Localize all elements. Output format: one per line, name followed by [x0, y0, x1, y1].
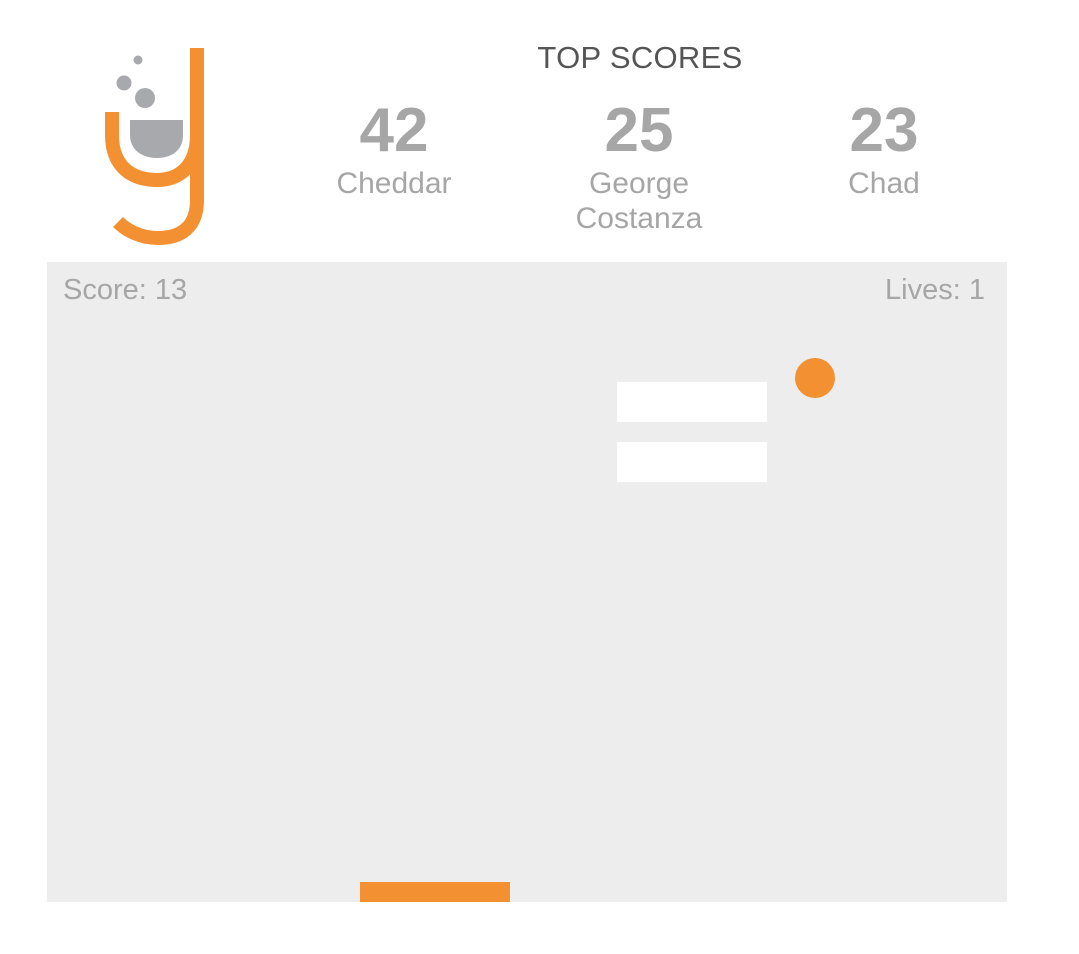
brick	[617, 382, 767, 422]
paddle[interactable]	[360, 882, 510, 902]
top-score-entry: 23 Chad	[764, 96, 1004, 201]
top-score-name: Cheddar	[336, 167, 452, 200]
top-score-entry: 25 George Costanza	[519, 96, 759, 236]
top-score-entry: 42 Cheddar	[274, 96, 514, 201]
lives-display: Lives: 1	[885, 274, 985, 306]
top-score-name: George Costanza	[575, 167, 703, 235]
brick	[617, 442, 767, 482]
top-score-value: 42	[359, 96, 429, 165]
logo-icon	[105, 48, 204, 245]
game-canvas[interactable]: Score: 13 Lives: 1	[47, 262, 1007, 902]
top-score-name: Chad	[848, 167, 920, 200]
score-display: Score: 13	[63, 274, 188, 306]
top-score-value: 25	[604, 96, 674, 165]
top-scores-title: TOP SCORES	[537, 40, 743, 75]
top-score-value: 23	[849, 96, 919, 165]
ball	[795, 358, 835, 398]
